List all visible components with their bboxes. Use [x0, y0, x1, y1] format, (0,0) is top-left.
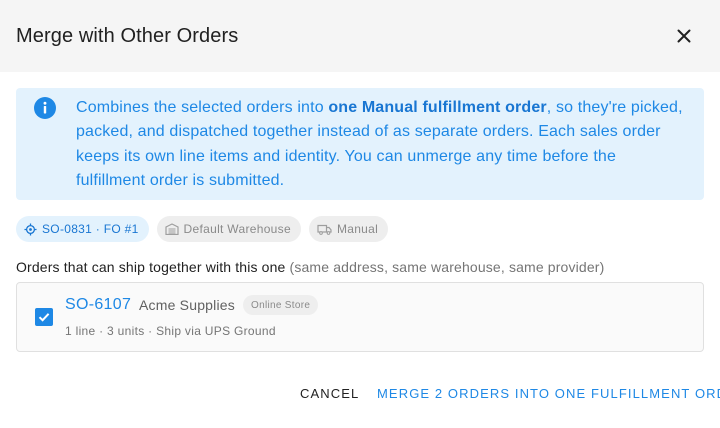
order-customer: Acme Supplies — [139, 297, 235, 313]
info-alert-text: Combines the selected orders into one Ma… — [76, 96, 688, 194]
sales-channel-badge: Online Store — [243, 295, 319, 315]
chip-sales-order: SO-0831 · FO #1 — [16, 216, 149, 242]
warehouse-icon — [164, 223, 179, 235]
merge-orders-dialog: Merge with Other Orders Combines the sel… — [0, 0, 720, 428]
order-context-chips: SO-0831 · FO #1 Default Warehouse Manual — [16, 216, 389, 242]
cancel-button[interactable]: CANCEL — [300, 386, 359, 401]
chip-provider: Manual — [308, 216, 389, 242]
dialog-title: Merge with Other Orders — [16, 24, 239, 47]
eligible-orders-heading: Orders that can ship together with this … — [16, 259, 604, 275]
close-icon — [677, 29, 691, 43]
merge-orders-button[interactable]: MERGE 2 ORDERS INTO ONE FULFILLMENT ORDE… — [377, 386, 720, 401]
chip-provider-label: Manual — [336, 222, 379, 236]
check-icon — [38, 313, 50, 322]
info-text-emphasis: one Manual fulfillment order — [328, 99, 547, 116]
order-summary: 1 line · 3 units · Ship via UPS Ground — [65, 324, 276, 338]
order-row[interactable]: SO-6107 Acme Supplies Online Store 1 lin… — [16, 282, 704, 352]
chip-warehouse-label: Default Warehouse — [183, 222, 291, 236]
chip-warehouse: Default Warehouse — [156, 216, 301, 242]
info-icon — [34, 97, 56, 119]
info-alert: Combines the selected orders into one Ma… — [16, 88, 704, 200]
eligible-orders-label: Orders that can ship together with this … — [16, 259, 286, 275]
truck-icon — [317, 224, 332, 235]
crosshair-icon — [24, 222, 37, 236]
info-text-start: Combines the selected orders into — [76, 99, 329, 116]
close-button[interactable] — [672, 24, 696, 48]
order-id-link[interactable]: SO-6107 — [65, 296, 131, 314]
chip-sales-order-label: SO-0831 · FO #1 — [42, 222, 139, 236]
dialog-actions: CANCEL MERGE 2 ORDERS INTO ONE FULFILLME… — [0, 386, 720, 402]
eligible-orders-hint: (same address, same warehouse, same prov… — [285, 259, 605, 275]
dialog-header: Merge with Other Orders — [0, 0, 720, 72]
order-select-checkbox[interactable] — [35, 308, 53, 326]
